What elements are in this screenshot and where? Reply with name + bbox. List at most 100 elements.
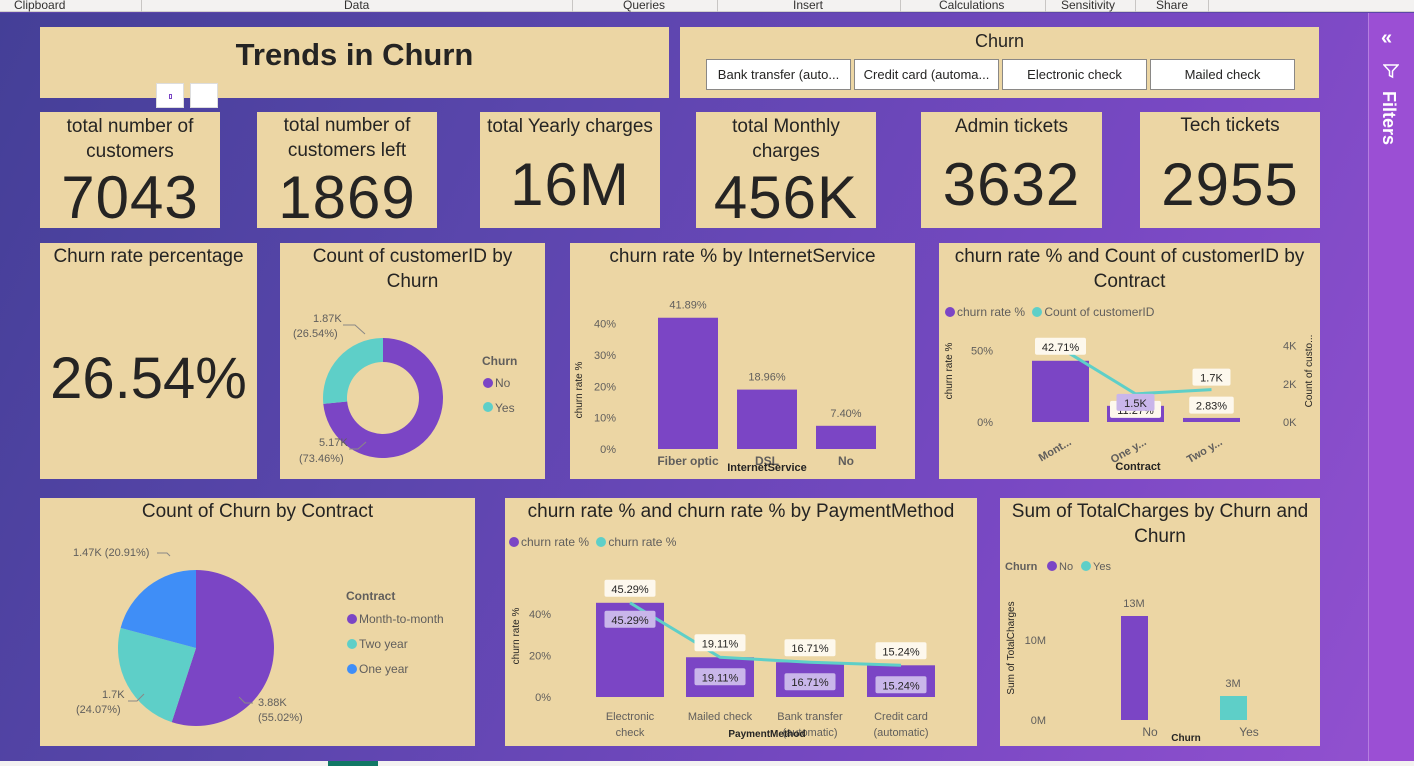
ribbon-queries[interactable]: Queries: [623, 0, 665, 12]
y-tick-label: 0%: [600, 444, 616, 456]
ribbon-calculations[interactable]: Calculations: [939, 0, 1004, 12]
x-tick-label: Two y...: [1185, 436, 1225, 466]
data-label: 19.11%: [702, 672, 739, 684]
y-tick-label: 10M: [1025, 635, 1046, 647]
bar-dsl: [737, 389, 797, 449]
ribbon-sensitivity[interactable]: Sensitivity: [1061, 0, 1115, 12]
x-tick-label: (automatic): [873, 727, 928, 739]
x-tick-label: Mont...: [1037, 436, 1074, 464]
y-axis-title: Sum of TotalCharges: [1006, 601, 1017, 694]
kpi-value: 16M: [510, 151, 630, 218]
legend-yes[interactable]: Yes: [1093, 561, 1111, 573]
slicer-option-mailed-check[interactable]: Mailed check: [1150, 59, 1295, 90]
y-tick-label: 20%: [529, 650, 551, 662]
donut-slice-yes: [323, 338, 383, 404]
data-label: 1.7K: [1200, 373, 1223, 385]
contract-combo-chart-card: churn rate % and Count of customerID by …: [939, 243, 1320, 479]
bar-fiber-optic: [658, 317, 718, 449]
x-axis-title: Churn: [1171, 733, 1200, 744]
x-tick-label: Bank transfer: [777, 711, 843, 723]
filters-pane[interactable]: « Filters: [1368, 13, 1414, 761]
ribbon-data[interactable]: Data: [344, 0, 369, 12]
y2-tick-label: 4K: [1283, 341, 1297, 353]
data-label: 7.40%: [830, 408, 861, 420]
pie-label-month-value: 3.88K: [258, 697, 287, 709]
kpi-value: 2955: [1161, 151, 1299, 218]
ribbon-separator: [1208, 0, 1209, 12]
slicer-option-electronic-check[interactable]: Electronic check: [1002, 59, 1147, 90]
visual-header-icon[interactable]: [190, 83, 218, 108]
donut-label-no-value: 5.17K: [319, 437, 348, 449]
leader-line: [343, 324, 366, 335]
x-axis-title: Contract: [1115, 461, 1161, 473]
y2-tick-label: 2K: [1283, 379, 1297, 391]
report-canvas: Trends in Churn Churn Bank transfer (aut…: [0, 13, 1368, 761]
data-label: 1.5K: [1124, 398, 1147, 410]
visual-header-icon[interactable]: [156, 83, 184, 108]
filter-icon: [1383, 64, 1399, 79]
slicer-title: Churn: [974, 31, 1025, 51]
y-axis-title: churn rate %: [511, 608, 522, 665]
y-tick-label: 0M: [1031, 715, 1046, 727]
kpi-admin-tickets: Admin tickets 3632: [921, 112, 1102, 228]
page-tab-active[interactable]: [328, 761, 378, 766]
data-label: 15.24%: [882, 680, 920, 692]
pie-legend-one-year[interactable]: One year: [359, 662, 408, 676]
line-series-churn: [629, 601, 902, 667]
y-tick-label: 20%: [594, 381, 616, 393]
ribbon-insert[interactable]: Insert: [793, 0, 823, 12]
data-label: 15.24%: [882, 646, 920, 658]
pie-label-two-year-pct: (24.07%): [76, 704, 121, 716]
filters-label[interactable]: Filters: [1378, 91, 1399, 145]
kpi-label: total Monthly charges: [732, 116, 840, 162]
ribbon-separator: [141, 0, 142, 12]
y-tick-label: 30%: [594, 350, 616, 362]
ribbon-separator: [572, 0, 573, 12]
bar-yes: [1220, 696, 1247, 720]
data-label: 42.71%: [1042, 342, 1080, 354]
donut-legend-yes[interactable]: Yes: [495, 401, 515, 415]
pie-label-one-year: 1.47K (20.91%): [73, 547, 149, 559]
churn-rate-value: 26.54%: [50, 346, 247, 411]
y2-tick-label: 0K: [1283, 417, 1297, 429]
ribbon-separator: [717, 0, 718, 12]
double-chevron-left-icon[interactable]: «: [1381, 27, 1392, 50]
kpi-label: total number of customers left: [283, 115, 411, 161]
y-tick-label: 0%: [977, 417, 993, 429]
ribbon-clipboard[interactable]: Clipboard: [14, 0, 65, 12]
kpi-value: 3632: [942, 151, 1081, 218]
pie-label-month-pct: (55.02%): [258, 712, 303, 724]
pie-legend-month[interactable]: Month-to-month: [359, 612, 444, 626]
kpi-customers-left: total number of customers left 1869: [257, 112, 437, 231]
legend-no-marker: [1047, 561, 1057, 571]
data-label: 18.96%: [748, 372, 786, 384]
kpi-label: Admin tickets: [955, 116, 1068, 137]
kpi-tech-tickets: Tech tickets 2955: [1140, 112, 1320, 228]
y2-axis-title: Count of custo...: [1304, 335, 1315, 408]
ribbon-share[interactable]: Share: [1156, 0, 1188, 12]
slicer-option-bank-transfer[interactable]: Bank transfer (auto...: [706, 59, 851, 90]
data-label: 45.29%: [611, 584, 649, 596]
bar-twoy: [1183, 417, 1240, 422]
y-tick-label: 10%: [594, 413, 616, 425]
ribbon-separator: [1135, 0, 1136, 12]
churn-rate-label: Churn rate percentage: [53, 246, 244, 267]
donut-label-yes-value: 1.87K: [313, 313, 342, 325]
y-tick-label: 40%: [529, 609, 551, 621]
legend-title: Churn: [1005, 561, 1038, 573]
page-tabs-strip: [0, 761, 1414, 766]
legend-no[interactable]: No: [1059, 561, 1073, 573]
x-tick-label: No: [838, 454, 854, 468]
slicer-option-credit-card[interactable]: Credit card (automa...: [854, 59, 999, 90]
donut-legend-no[interactable]: No: [495, 376, 511, 390]
internet-service-chart-card: churn rate % by InternetService 0% 10% 20%…: [570, 243, 915, 479]
kpi-value: 7043: [61, 164, 199, 231]
x-axis-title: PaymentMethod: [728, 729, 805, 740]
legend-no-marker: [483, 378, 493, 388]
ribbon-separator: [1045, 0, 1046, 12]
y-tick-label: 50%: [971, 345, 993, 357]
kpi-label: total Yearly charges: [487, 116, 653, 137]
pie-legend-two-year[interactable]: Two year: [359, 637, 408, 651]
pie-label-two-year-value: 1.7K: [102, 689, 125, 701]
total-charges-chart-card: Sum of TotalCharges by Churn and Churn C…: [1000, 498, 1320, 746]
